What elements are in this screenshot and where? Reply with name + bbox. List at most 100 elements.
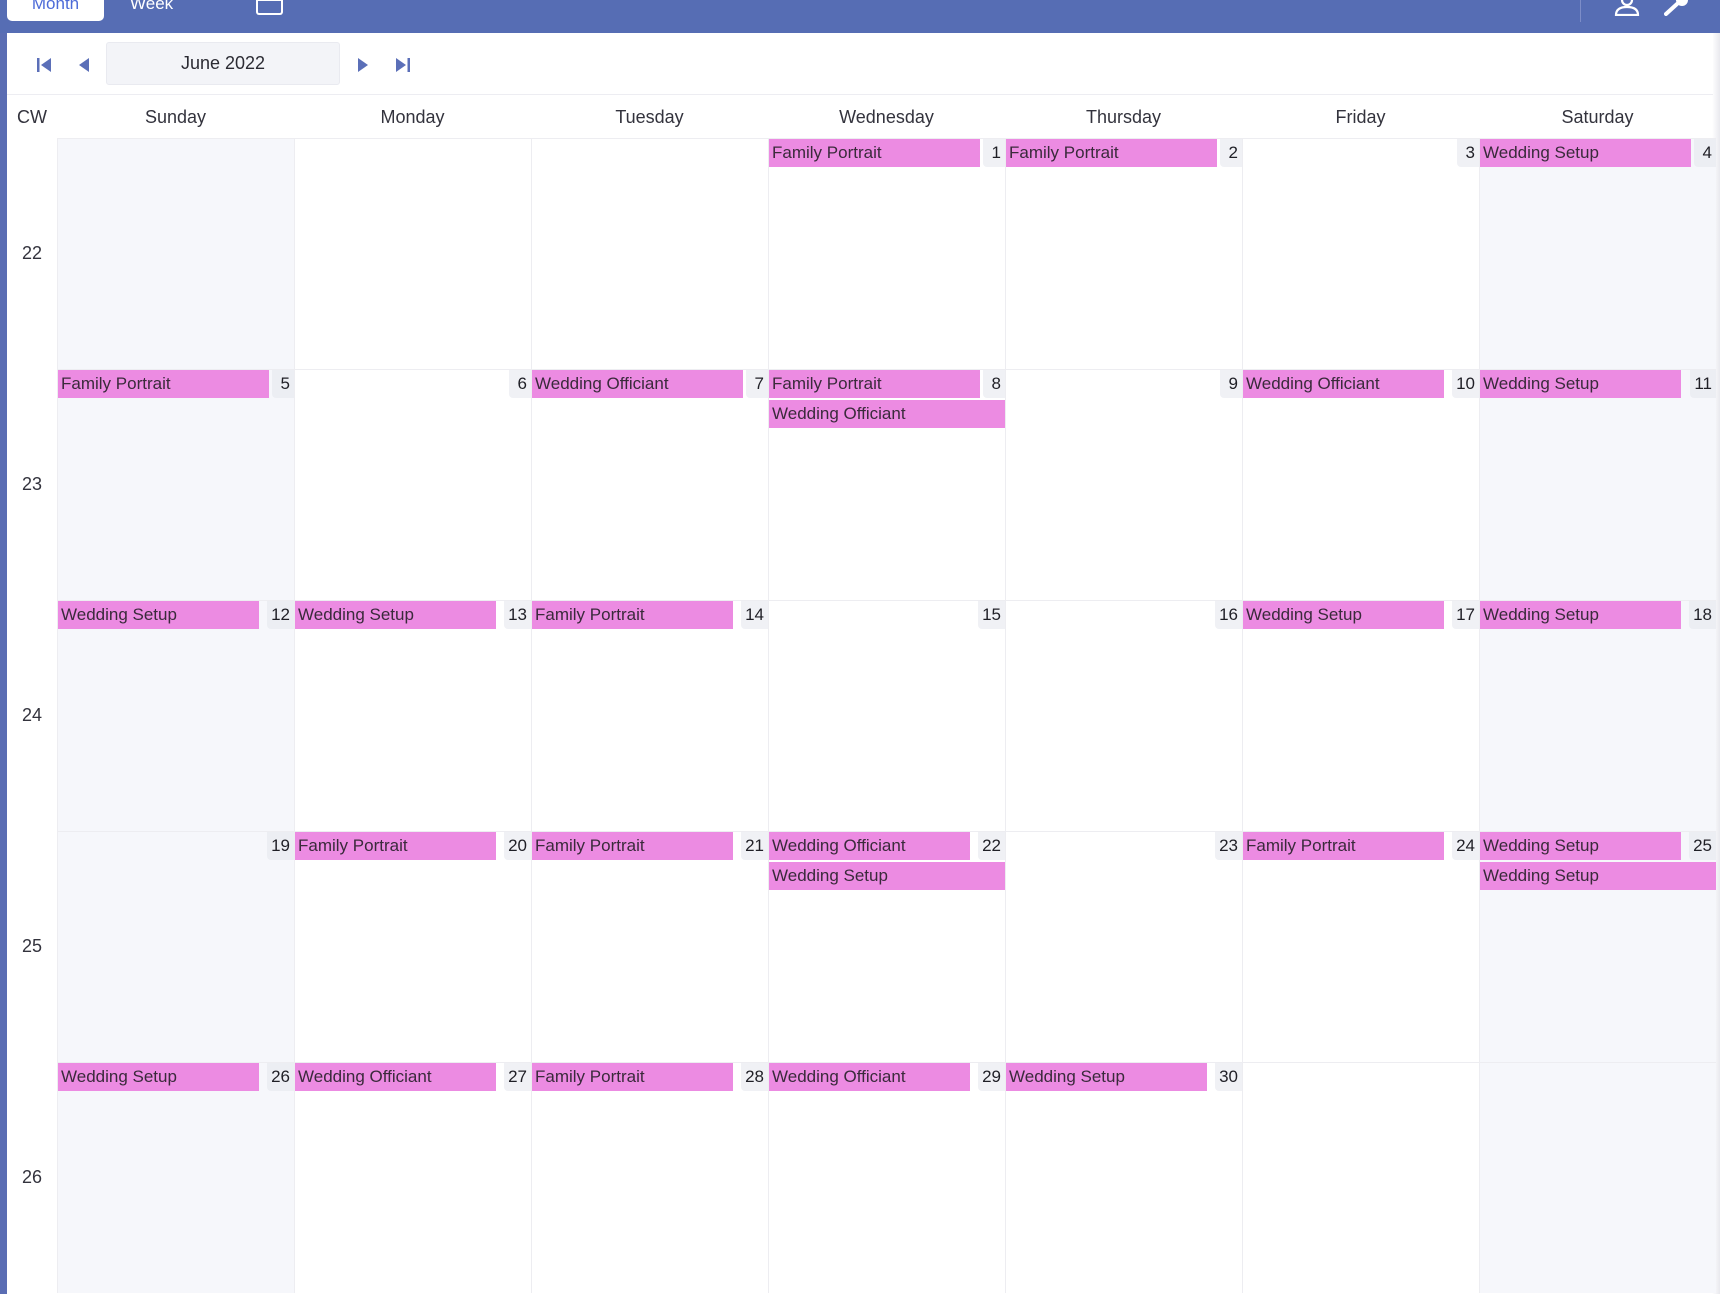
day-cell[interactable]: 1 Family Portrait [768, 138, 1005, 369]
day-cell[interactable]: 25 Wedding Setup Wedding Setup [1479, 831, 1716, 1062]
calendar-event[interactable]: Wedding Setup [58, 601, 259, 629]
day-cell[interactable]: 11 Wedding Setup [1479, 369, 1716, 600]
weekday-header-sunday: Sunday [144, 107, 207, 127]
day-number: 14 [741, 601, 768, 629]
day-number: 21 [741, 832, 768, 860]
calendar-week-number: 25 [21, 935, 43, 956]
day-number: 6 [509, 370, 531, 398]
weekday-header-row: CW Sunday Monday Tuesday Wednesday Thursday F… [7, 96, 1713, 138]
calendar-event[interactable]: Family Portrait [769, 370, 980, 398]
first-page-icon[interactable] [30, 51, 58, 79]
day-number: 28 [741, 1063, 768, 1091]
calendar-event[interactable]: Wedding Officiant [295, 1063, 496, 1091]
top-toolbar: Month Week [0, 0, 1720, 33]
user-icon[interactable] [1613, 0, 1641, 16]
day-number: 24 [1452, 832, 1479, 860]
day-cell[interactable] [294, 138, 531, 369]
day-cell[interactable]: 29 Wedding Officiant [768, 1062, 1005, 1293]
day-cell[interactable]: 20 Family Portrait [294, 831, 531, 1062]
day-cell[interactable]: 15 [768, 600, 1005, 831]
day-number: 29 [978, 1063, 1005, 1091]
day-cell[interactable]: 7 Wedding Officiant [531, 369, 768, 600]
day-cell[interactable]: 19 [57, 831, 294, 1062]
calendar-event[interactable]: Wedding Officiant [769, 832, 970, 860]
day-cell[interactable]: 5 Family Portrait [57, 369, 294, 600]
day-cell[interactable]: 13 Wedding Setup [294, 600, 531, 831]
day-cell[interactable]: 24 Family Portrait [1242, 831, 1479, 1062]
calendar-event[interactable]: Family Portrait [532, 601, 733, 629]
day-cell[interactable]: 2 Family Portrait [1005, 138, 1242, 369]
day-cell[interactable] [57, 138, 294, 369]
day-cell[interactable]: 14 Family Portrait [531, 600, 768, 831]
day-cell[interactable]: 9 [1005, 369, 1242, 600]
calendar-event[interactable]: Family Portrait [1243, 832, 1444, 860]
wrench-icon[interactable] [1664, 0, 1690, 16]
day-number: 7 [746, 370, 768, 398]
calendar-event[interactable]: Wedding Setup [1480, 601, 1681, 629]
day-cell[interactable]: 30 Wedding Setup [1005, 1062, 1242, 1293]
day-number: 5 [272, 370, 294, 398]
day-number: 12 [267, 601, 294, 629]
calendar-event[interactable]: Wedding Setup [1243, 601, 1444, 629]
day-cell[interactable]: 21 Family Portrait [531, 831, 768, 1062]
calendar-event[interactable]: Wedding Setup [1480, 862, 1716, 890]
calendar-event[interactable]: Wedding Setup [1006, 1063, 1207, 1091]
day-cell[interactable]: 26 Wedding Setup [57, 1062, 294, 1293]
previous-month-icon[interactable] [70, 51, 98, 79]
calendar-event[interactable]: Wedding Setup [769, 862, 1005, 890]
calendar-week-number: 23 [21, 473, 43, 494]
day-number: 22 [978, 832, 1005, 860]
calendar-event[interactable]: Family Portrait [532, 1063, 733, 1091]
day-cell[interactable]: 16 [1005, 600, 1242, 831]
day-number: 25 [1689, 832, 1716, 860]
month-picker[interactable]: June 2022 [106, 42, 340, 85]
calendar-event[interactable]: Family Portrait [295, 832, 496, 860]
day-cell[interactable]: 4 Wedding Setup [1479, 138, 1716, 369]
calendar-event[interactable]: Wedding Setup [1480, 139, 1691, 167]
calendar-event[interactable]: Wedding Setup [1480, 832, 1681, 860]
day-cell[interactable]: 10 Wedding Officiant [1242, 369, 1479, 600]
tab-week[interactable]: Week [110, 0, 193, 21]
calendar-event[interactable]: Wedding Officiant [769, 1063, 970, 1091]
day-cell[interactable]: 22 Wedding Officiant Wedding Setup [768, 831, 1005, 1062]
day-cell[interactable] [1242, 1062, 1479, 1293]
calendar-icon[interactable] [256, 0, 283, 15]
calendar-event[interactable]: Family Portrait [532, 832, 733, 860]
day-cell[interactable]: 6 [294, 369, 531, 600]
day-cell[interactable] [531, 138, 768, 369]
day-cell[interactable]: 27 Wedding Officiant [294, 1062, 531, 1293]
calendar-week-number: 24 [21, 704, 43, 725]
day-number: 8 [983, 370, 1005, 398]
calendar-week-number: 26 [21, 1166, 43, 1187]
day-number: 10 [1452, 370, 1479, 398]
calendar-event[interactable]: Wedding Officiant [769, 400, 1005, 428]
weekday-header-monday: Monday [380, 107, 445, 127]
last-page-icon[interactable] [389, 51, 417, 79]
day-cell[interactable]: 8 Family Portrait Wedding Officiant [768, 369, 1005, 600]
calendar-event[interactable]: Family Portrait [58, 370, 269, 398]
day-cell[interactable]: 28 Family Portrait [531, 1062, 768, 1293]
day-cell[interactable]: 3 [1242, 138, 1479, 369]
calendar-event[interactable]: Family Portrait [1006, 139, 1217, 167]
day-cell[interactable]: 18 Wedding Setup [1479, 600, 1716, 831]
day-number: 23 [1215, 832, 1242, 860]
weekday-header-thursday: Thursday [1085, 107, 1162, 127]
calendar-event[interactable]: Wedding Setup [1480, 370, 1681, 398]
next-month-icon[interactable] [349, 51, 377, 79]
calendar-week-header: CW [17, 107, 47, 127]
day-cell[interactable]: 17 Wedding Setup [1242, 600, 1479, 831]
day-number: 4 [1694, 139, 1716, 167]
day-number: 11 [1690, 370, 1716, 398]
calendar-event[interactable]: Family Portrait [769, 139, 980, 167]
calendar-event[interactable]: Wedding Officiant [532, 370, 743, 398]
day-number: 16 [1215, 601, 1242, 629]
day-number: 19 [267, 832, 294, 860]
day-cell[interactable] [1479, 1062, 1716, 1293]
day-cell[interactable]: 12 Wedding Setup [57, 600, 294, 831]
calendar-event[interactable]: Wedding Setup [295, 601, 496, 629]
day-cell[interactable]: 23 [1005, 831, 1242, 1062]
calendar-event[interactable]: Wedding Setup [58, 1063, 259, 1091]
calendar-navigation: June 2022 [7, 33, 1713, 95]
calendar-event[interactable]: Wedding Officiant [1243, 370, 1444, 398]
tab-month[interactable]: Month [7, 0, 104, 21]
